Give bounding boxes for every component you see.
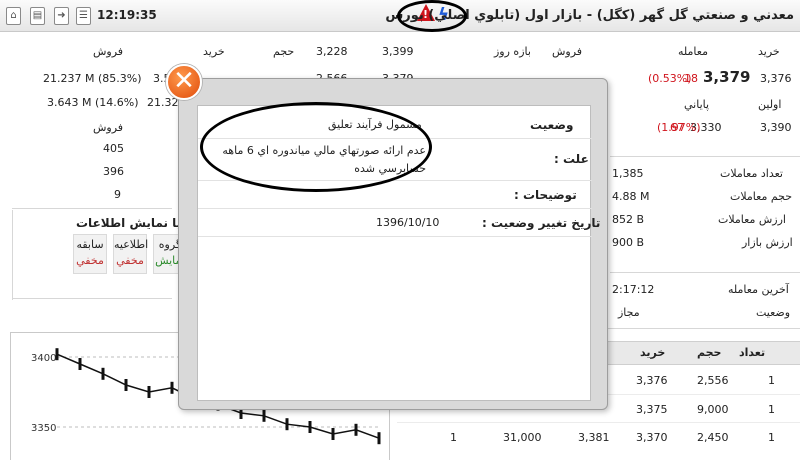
legend-box-state: مخفي xyxy=(116,254,144,267)
dialog-label-reason: علت : xyxy=(554,152,589,166)
left-v3: 9 xyxy=(114,188,121,201)
status-dialog: وضعيت مشمول فرآيند تعليق علت : عدم ارائه… xyxy=(178,78,608,410)
table-row-sell-volume: 31,000 xyxy=(503,431,542,444)
trades-header-count: تعداد xyxy=(739,346,766,359)
table-row-count: 1 xyxy=(768,431,775,444)
table-row-count: 1 xyxy=(768,403,775,416)
table-row-buy: 3,370 xyxy=(636,431,668,444)
table-row-volume: 2,450 xyxy=(697,431,729,444)
dialog-label-status: وضعيت xyxy=(530,118,574,132)
chart-point xyxy=(354,423,358,436)
table-row-count: 1 xyxy=(768,374,775,387)
chart-point xyxy=(147,386,151,398)
table-row-volume: 9,000 xyxy=(697,403,729,416)
legend-box-notice[interactable]: اطلاعيه مخفي xyxy=(113,234,149,274)
arzesh-bazar-value: 900 B xyxy=(612,236,645,249)
forush-label-mid: فروش xyxy=(552,45,583,58)
divider xyxy=(198,180,592,181)
close-icon: ✕ xyxy=(173,66,195,96)
forush2-label: فروش xyxy=(93,121,124,134)
table-row-sell: 3,381 xyxy=(578,431,610,444)
legend-box-history[interactable]: سابقه مخفي xyxy=(73,234,107,274)
chart-point xyxy=(377,432,381,445)
baze-rooz-label: بازه روز xyxy=(494,45,531,58)
dialog-label-description: توضيحات : xyxy=(514,188,577,202)
clock: 12:19:35 xyxy=(97,8,157,22)
close-dialog-button[interactable]: ✕ xyxy=(166,64,202,100)
baze-rooz-value: 3,399 xyxy=(382,45,414,58)
muamele-label: معامله xyxy=(678,45,708,58)
kharid-label-left: خريد xyxy=(203,45,225,58)
dialog-value-status: مشمول فرآيند تعليق xyxy=(328,118,422,131)
arzesh-muamelat-value: 852 B xyxy=(612,213,645,226)
legend-box-label: سابقه xyxy=(76,238,104,251)
legend-box-label: اطلاعيه xyxy=(114,238,149,251)
chart-y-tick-label: 3400 xyxy=(31,353,56,364)
forush-value-mid: 3,228 xyxy=(316,45,348,58)
chart-point xyxy=(55,348,59,361)
payani-label: پاياني xyxy=(684,98,710,111)
chart-y-tick-label: 3350 xyxy=(31,423,56,434)
vaziat-label: وضعيت xyxy=(756,306,791,319)
trades-header-volume: حجم xyxy=(697,346,722,359)
divider xyxy=(198,208,592,209)
legend-box-state: مخفي xyxy=(76,254,104,267)
home-icon[interactable]: ⌂ xyxy=(6,7,21,25)
divider xyxy=(12,208,172,209)
dialog-value-change-date: 1396/10/10 xyxy=(376,216,440,229)
left-row2-c: 3.643 M (14.6%) xyxy=(47,96,139,109)
hajm-muamelat-label: حجم معاملات xyxy=(730,190,793,203)
divider xyxy=(198,236,592,237)
chart-point xyxy=(308,421,312,433)
export-icon[interactable]: ➜ xyxy=(54,7,69,25)
dialog-value-reason: عدم ارائه صورتهاي مالي مياندوره اي 6 ماه… xyxy=(222,144,426,175)
avalin-value: 3,390 xyxy=(760,121,792,134)
chart-point xyxy=(331,428,335,440)
vaziat-value: مجاز xyxy=(618,306,640,319)
payani-change-percent: (1.97%) xyxy=(657,121,701,134)
divider xyxy=(12,210,13,300)
chart-point xyxy=(124,379,128,391)
left-row2-a: 21.32 xyxy=(147,96,179,109)
divider xyxy=(397,422,800,423)
left-v1: 405 xyxy=(103,142,124,155)
chart-point xyxy=(285,418,289,431)
divider xyxy=(12,298,172,299)
tedad-value: 1,385 xyxy=(612,167,644,180)
divider xyxy=(610,272,800,273)
status-dialog-body: وضعيت مشمول فرآيند تعليق علت : عدم ارائه… xyxy=(197,105,600,401)
divider xyxy=(198,138,592,139)
left-row1-c: 21.237 M (85.3%) xyxy=(43,72,142,85)
chart-point xyxy=(170,381,174,394)
table-row-sell-count: 1 xyxy=(450,431,457,444)
page-title: معدني و صنعتي گل گهر (كگل) - بازار اول (… xyxy=(385,8,794,23)
last-price: 3,379 xyxy=(703,68,751,86)
divider xyxy=(610,156,800,157)
left-v2: 396 xyxy=(103,165,124,178)
list-icon[interactable]: ☰ xyxy=(76,7,91,25)
chart-point xyxy=(101,367,105,380)
dialog-label-change-date: تاريخ تغيير وضعيت : xyxy=(482,216,601,230)
last-change-percent: (0.53%) xyxy=(648,72,692,85)
kharid-label: خريد xyxy=(758,45,780,58)
tedad-label: تعداد معاملات xyxy=(720,167,783,180)
trades-header-buy: خريد xyxy=(640,346,666,359)
akharin-label: آخرين معامله xyxy=(728,283,789,296)
arzesh-muamelat-label: ارزش معاملات xyxy=(718,213,786,226)
title-bar: ⌂ ▤ ➜ ☰ 12:19:35 ϟ معدني و صنعتي گل گهر … xyxy=(0,0,800,32)
arzesh-bazar-label: ارزش بازار xyxy=(742,236,793,249)
table-row-buy: 3,376 xyxy=(636,374,668,387)
chart-point xyxy=(78,358,82,370)
avalin-label: اولين xyxy=(758,98,782,111)
chart-point xyxy=(262,409,266,422)
akharin-value: 2:17:12 xyxy=(612,283,655,296)
hajm-label: حجم xyxy=(273,45,295,58)
hajm-muamelat-value: 4.88 M xyxy=(612,190,650,203)
kharid-value: 3,376 xyxy=(760,72,792,85)
document-icon[interactable]: ▤ xyxy=(30,7,45,25)
table-row-buy: 3,375 xyxy=(636,403,668,416)
table-row-volume: 2,556 xyxy=(697,374,729,387)
forush-label-left: فروش xyxy=(93,45,124,58)
